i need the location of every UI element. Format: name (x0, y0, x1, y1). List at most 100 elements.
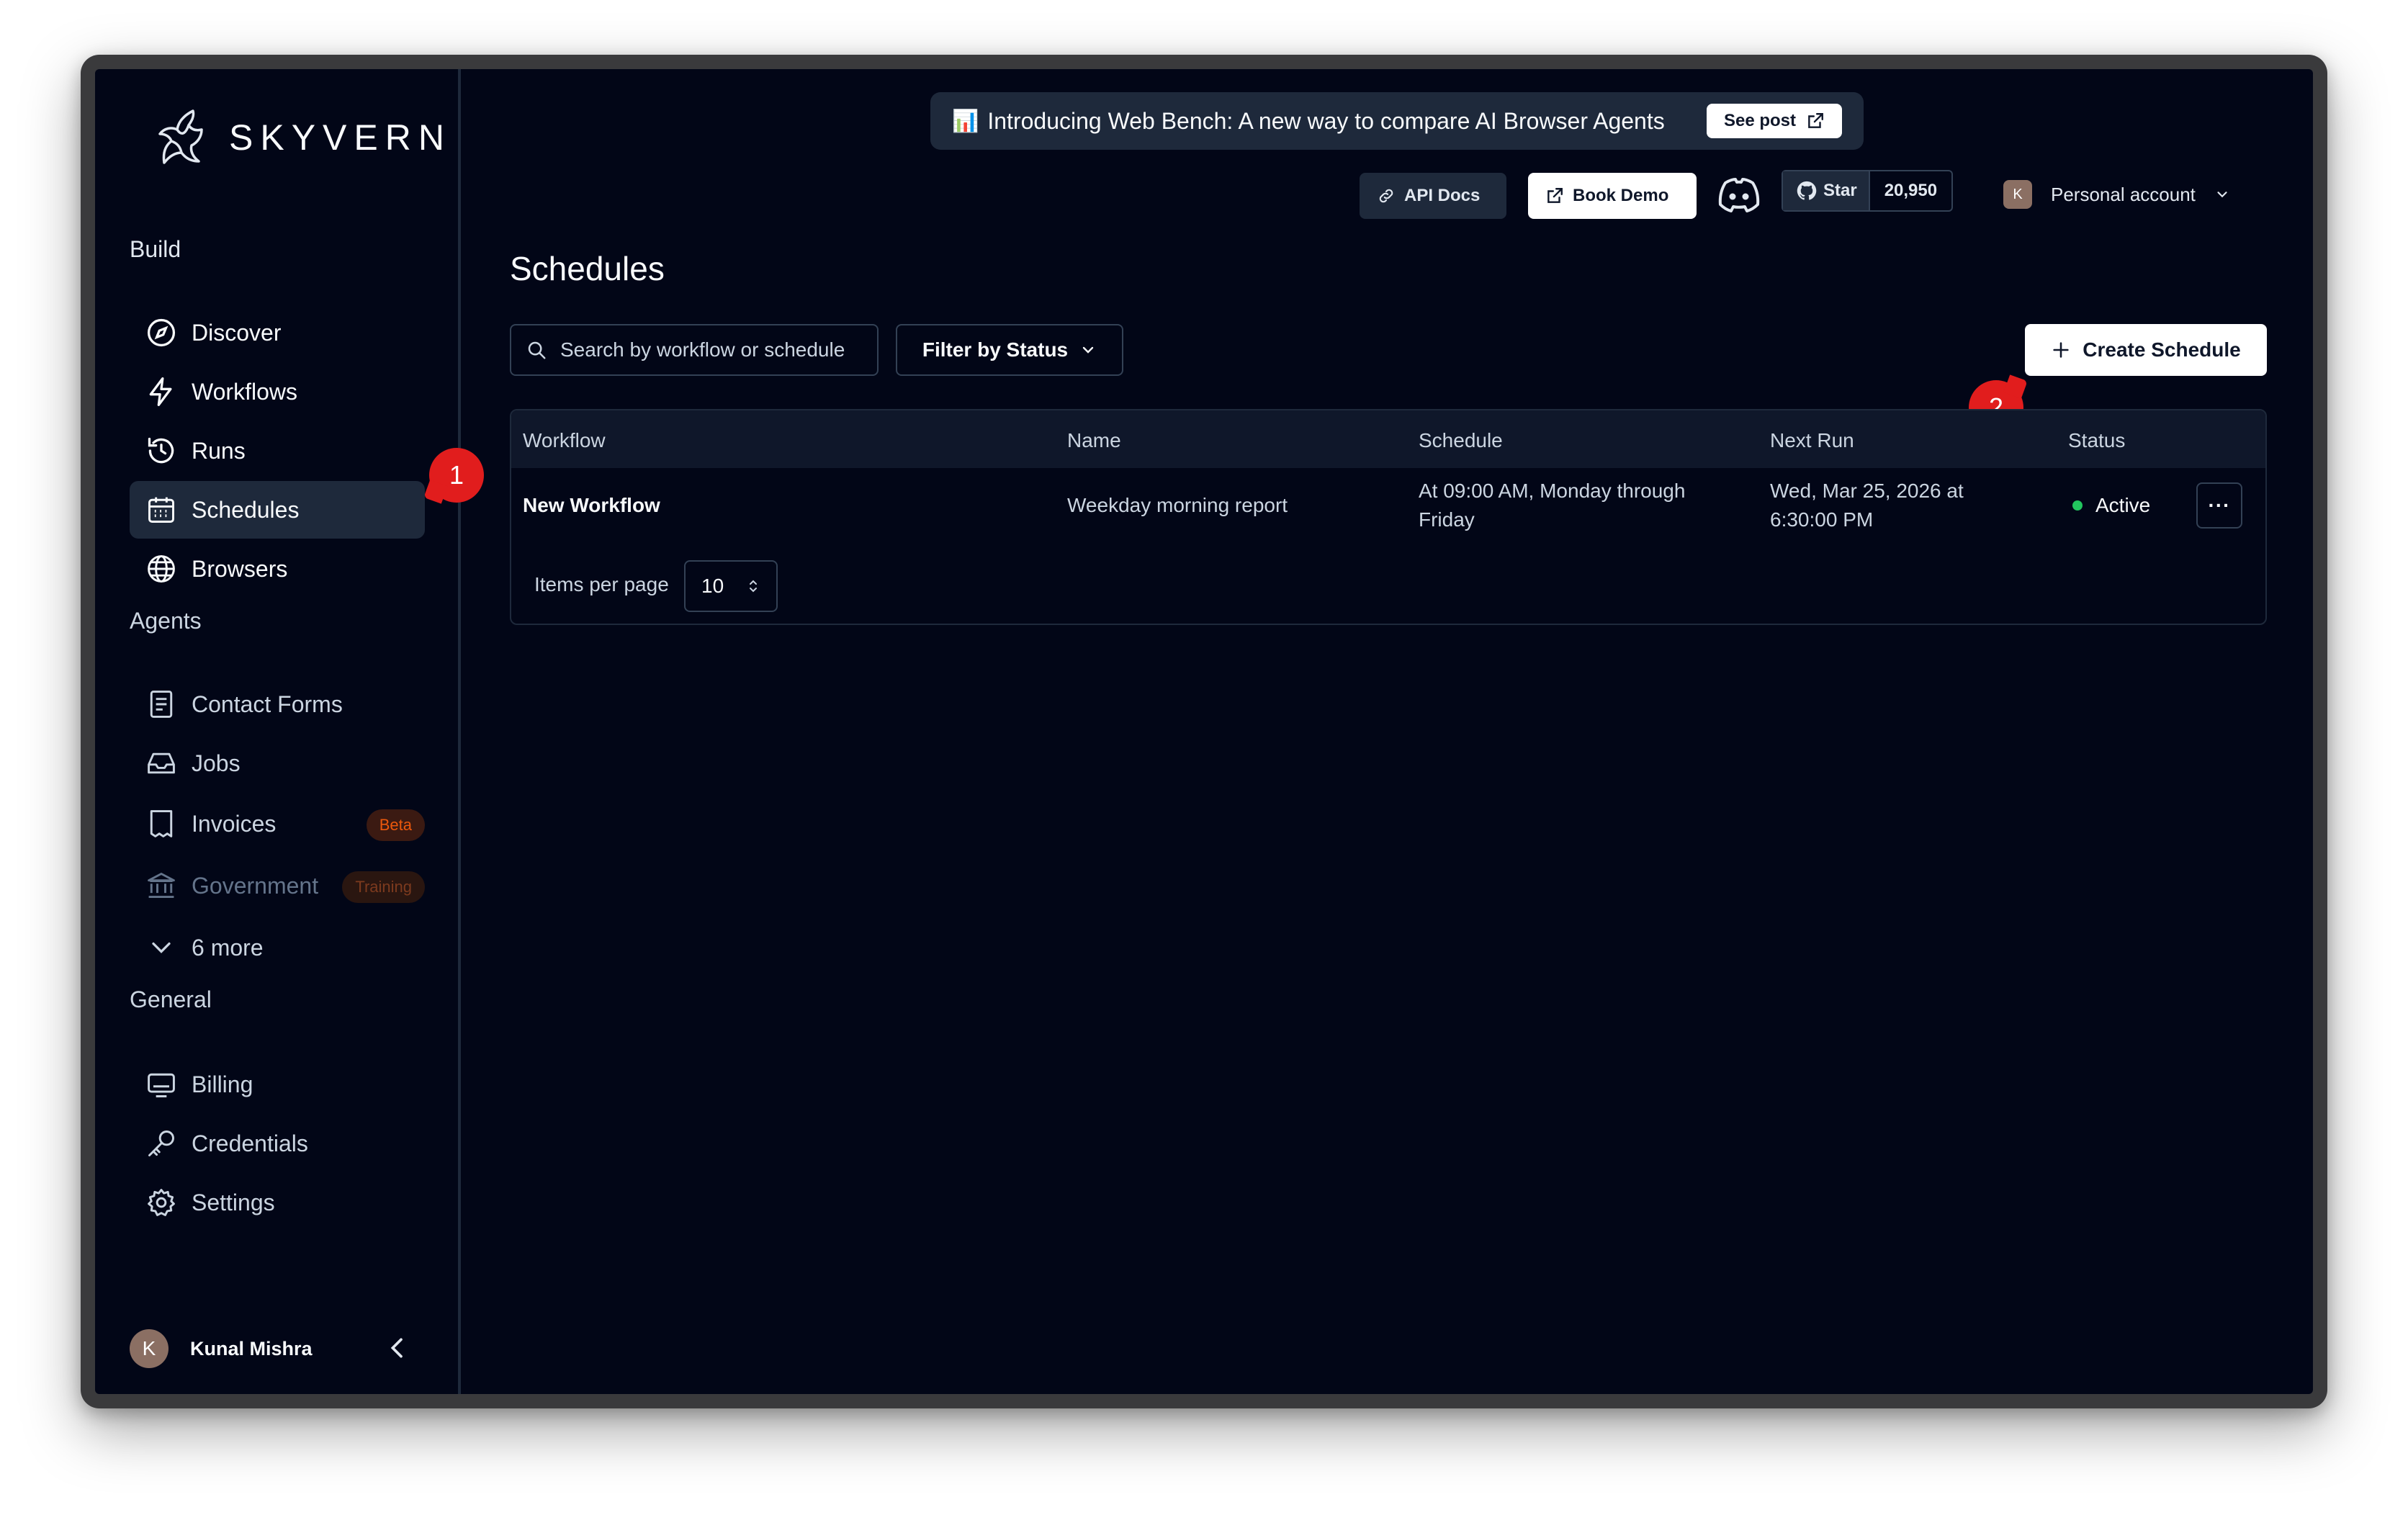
search-field[interactable] (510, 324, 879, 376)
user-name: Kunal Mishra (190, 1337, 313, 1359)
account-switcher[interactable]: K Personal account (2003, 180, 2230, 209)
sidebar-item-label: Browsers (192, 555, 288, 582)
column-header-schedule[interactable]: Schedule (1419, 429, 1503, 452)
sidebar-item-label: Discover (192, 319, 282, 346)
see-post-label: See post (1723, 111, 1796, 130)
row-actions-button[interactable]: ··· (2196, 482, 2242, 529)
plus-icon (2053, 342, 2069, 358)
history-icon (145, 435, 177, 467)
status-badge: Active (2072, 494, 2150, 517)
column-header-status[interactable]: Status (2068, 429, 2125, 452)
sidebar-item-contact-forms[interactable]: Contact Forms (130, 675, 425, 733)
sidebar-item-jobs[interactable]: Jobs (130, 734, 425, 792)
cell-next-run-line1: Wed, Mar 25, 2026 at (1770, 480, 1964, 502)
sidebar-item-government: Government Training (130, 857, 425, 914)
billing-icon (145, 1069, 177, 1100)
github-star-label: Star (1823, 181, 1857, 200)
sidebar-item-label: Credentials (192, 1130, 308, 1156)
sidebar-item-settings[interactable]: Settings (130, 1174, 425, 1231)
create-schedule-button[interactable]: Create Schedule (2025, 324, 2267, 376)
page-title: Schedules (510, 250, 665, 287)
gear-icon (145, 1187, 177, 1218)
external-link-icon (1547, 188, 1563, 203)
chevron-down-icon (145, 932, 177, 963)
status-label: Active (2095, 494, 2151, 516)
book-demo-button[interactable]: Book Demo (1528, 173, 1697, 219)
section-build-label: Build (130, 236, 181, 262)
chevron-down-icon (2217, 192, 2227, 198)
sidebar-item-billing[interactable]: Billing (130, 1056, 425, 1113)
logo[interactable]: SKYVERN (150, 105, 452, 170)
avatar: K (130, 1329, 169, 1368)
beta-badge: Beta (366, 809, 425, 841)
calendar-icon (145, 494, 177, 526)
link-icon (1379, 189, 1393, 203)
skyvern-logo-icon (158, 109, 203, 164)
schedules-table: Workflow Name Schedule Next Run Status N… (510, 409, 2267, 625)
status-dot (2072, 500, 2083, 511)
sidebar: SKYVERN Build Discover Workflows Runs Sc… (95, 69, 461, 1394)
column-header-workflow[interactable]: Workflow (523, 429, 606, 452)
section-general-label: General (130, 986, 212, 1012)
items-per-page-value: 10 (701, 575, 724, 597)
sidebar-item-runs[interactable]: Runs (130, 422, 425, 480)
training-badge: Training (342, 871, 425, 903)
github-star-count: 20,950 (1868, 171, 1951, 210)
cell-schedule-line1: At 09:00 AM, Monday through (1419, 480, 1686, 502)
lightning-icon (145, 376, 177, 408)
create-schedule-label: Create Schedule (2083, 338, 2241, 361)
sidebar-item-invoices[interactable]: Invoices Beta (130, 795, 425, 853)
banner-text: Introducing Web Bench: A new way to comp… (987, 107, 1665, 134)
sidebar-item-label: Billing (192, 1071, 253, 1097)
sidebar-item-label: Contact Forms (192, 691, 343, 717)
search-input[interactable] (560, 338, 863, 361)
form-icon (145, 688, 177, 720)
external-link-icon (1808, 113, 1823, 128)
book-demo-label: Book Demo (1573, 186, 1669, 205)
table-header: Workflow Name Schedule Next Run Status (511, 410, 2265, 468)
sidebar-item-label: Schedules (192, 496, 300, 523)
sidebar-item-label: Government (192, 872, 319, 899)
key-icon (145, 1128, 177, 1159)
chart-emoji-icon: 📊 (952, 109, 979, 133)
discord-icon[interactable] (1718, 177, 1760, 213)
globe-icon (145, 553, 177, 585)
logo-text: SKYVERN (229, 117, 452, 158)
app-screen: SKYVERN Build Discover Workflows Runs Sc… (95, 69, 2313, 1394)
github-icon (1797, 181, 1817, 200)
column-header-next-run[interactable]: Next Run (1770, 429, 1854, 452)
section-agents-label: Agents (130, 608, 202, 634)
user-profile[interactable]: K Kunal Mishra (130, 1329, 313, 1368)
items-per-page-select[interactable]: 10 (684, 560, 778, 612)
sidebar-item-label: Workflows (192, 378, 297, 405)
sidebar-item-workflows[interactable]: Workflows (130, 363, 425, 421)
github-star-widget[interactable]: Star 20,950 (1782, 170, 1954, 212)
see-post-button[interactable]: See post (1706, 104, 1842, 138)
landmark-icon (145, 870, 177, 902)
sidebar-item-schedules[interactable]: Schedules (130, 481, 425, 539)
annotation-marker-1: 1 (429, 448, 484, 503)
sidebar-item-browsers[interactable]: Browsers (130, 540, 425, 598)
sidebar-item-label: Jobs (192, 750, 241, 776)
announcement-banner: 📊 Introducing Web Bench: A new way to co… (930, 92, 1864, 150)
sidebar-item-label: 6 more (192, 934, 264, 961)
account-label: Personal account (2051, 183, 2196, 205)
cell-schedule-line2: Friday (1419, 508, 1475, 531)
receipt-icon (145, 808, 177, 840)
cell-workflow[interactable]: New Workflow (523, 491, 660, 520)
sidebar-item-discover[interactable]: Discover (130, 304, 425, 361)
sidebar-item-label: Settings (192, 1189, 275, 1215)
compass-icon (145, 317, 177, 349)
sidebar-item-credentials[interactable]: Credentials (130, 1115, 425, 1172)
api-docs-button[interactable]: API Docs (1360, 173, 1506, 219)
items-per-page-label: Items per page (534, 573, 669, 595)
cell-name: Weekday morning report (1067, 494, 1288, 516)
account-avatar: K (2003, 180, 2032, 209)
filter-by-status-dropdown[interactable]: Filter by Status (896, 324, 1123, 376)
collapse-sidebar-icon[interactable] (383, 1334, 412, 1362)
sidebar-item-more[interactable]: 6 more (130, 919, 425, 976)
cell-next-run-line2: 6:30:00 PM (1770, 508, 1874, 531)
api-docs-label: API Docs (1404, 186, 1481, 205)
column-header-name[interactable]: Name (1067, 429, 1121, 452)
github-star-button[interactable]: Star (1783, 171, 1869, 210)
